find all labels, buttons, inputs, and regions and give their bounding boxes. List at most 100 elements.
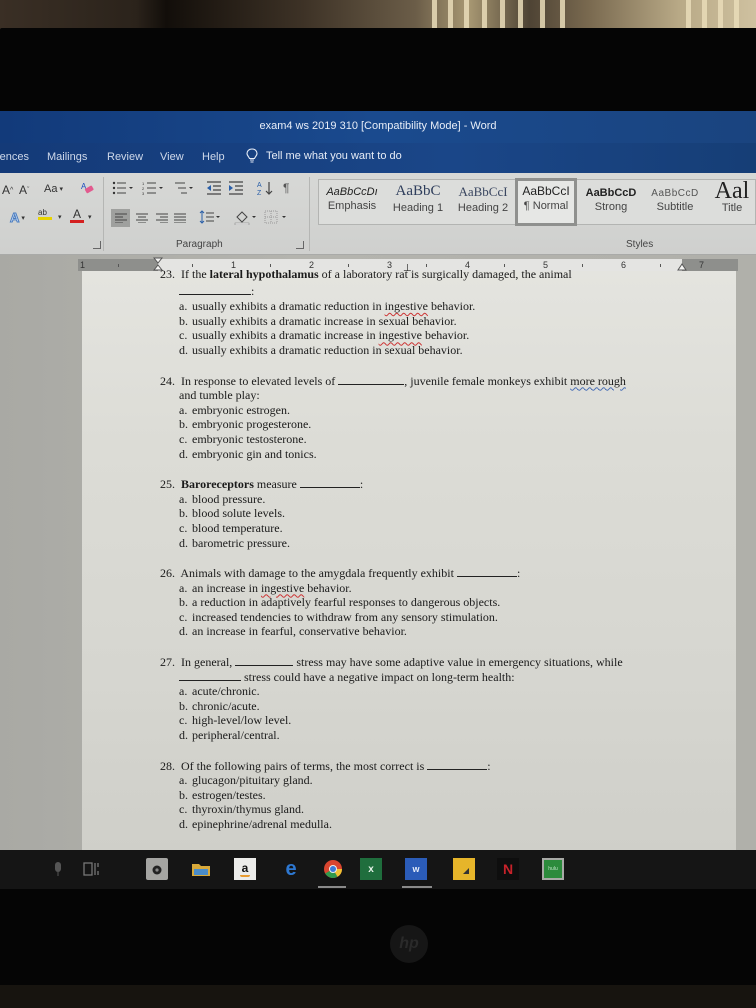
answer-blank[interactable] xyxy=(299,478,360,489)
option-text: thyroxin/thymus gland. xyxy=(192,802,304,817)
style-strong[interactable]: AaBbCcD Strong xyxy=(579,180,643,224)
decrease-indent-button[interactable] xyxy=(206,181,222,195)
edge-icon[interactable]: e xyxy=(280,858,302,880)
option-letter: b. xyxy=(179,506,188,521)
style-heading-2[interactable]: AaBbCcI Heading 2 xyxy=(451,180,515,224)
option-b: b. blood solute levels. xyxy=(179,506,720,521)
answer-blank[interactable] xyxy=(179,671,241,681)
borders-button[interactable] xyxy=(264,210,288,224)
style-title[interactable]: Aal Title xyxy=(707,180,756,224)
paragraph-dialog-launcher[interactable] xyxy=(296,241,304,249)
document-page[interactable]: 23. If the lateral hypothalamus of a lab… xyxy=(82,267,736,851)
question-26: 26. Animals with damage to the amygdala … xyxy=(160,566,720,639)
align-right-button[interactable] xyxy=(156,213,168,223)
style-subtitle[interactable]: AaBbCcD Subtitle xyxy=(643,180,707,224)
stem-bold-term: Baroreceptors xyxy=(181,477,254,492)
option-letter: a. xyxy=(179,402,188,417)
option-text: epinephrine/adrenal medulla. xyxy=(192,817,332,831)
answer-blank-line: : xyxy=(160,284,720,299)
paint-bucket-icon xyxy=(234,211,256,225)
question-number: 24. xyxy=(160,373,175,388)
chrome-icon[interactable] xyxy=(322,858,344,880)
file-explorer-icon[interactable] xyxy=(190,858,212,880)
option-d: d. usually exhibits a dramatic reduction … xyxy=(179,343,720,358)
options: a. usually exhibits a dramatic reduction … xyxy=(160,299,720,357)
word-icon[interactable]: w xyxy=(405,858,427,880)
font-dialog-launcher[interactable] xyxy=(93,241,101,249)
stem-bold-term: lateral hypothalamus xyxy=(209,267,319,281)
camera-icon[interactable] xyxy=(146,858,168,880)
align-left-button[interactable] xyxy=(111,209,130,227)
answer-blank[interactable] xyxy=(427,760,488,770)
tab-view[interactable]: View xyxy=(160,151,184,163)
option-letter: a. xyxy=(179,773,188,788)
shrink-font-button[interactable]: Aˇ xyxy=(19,183,29,197)
ribbon-tab-bar: rences Mailings Review View Help Tell me… xyxy=(0,143,756,173)
netflix-icon[interactable]: N xyxy=(497,858,519,880)
font-color-dropdown[interactable]: ▾ xyxy=(88,213,92,221)
option-text: usually exhibits a dramatic increase in xyxy=(192,328,379,343)
svg-text:Z: Z xyxy=(257,190,262,196)
tab-review[interactable]: Review xyxy=(107,151,143,163)
amazon-icon[interactable]: a xyxy=(234,858,256,880)
netflix-glyph: N xyxy=(502,861,514,877)
clear-formatting-icon: A xyxy=(81,182,94,194)
excel-icon[interactable]: x xyxy=(360,858,382,880)
style-emphasis[interactable]: AaBbCcDı Emphasis xyxy=(319,180,385,224)
numbering-button[interactable]: 123 xyxy=(142,181,164,195)
answer-blank[interactable] xyxy=(456,567,517,578)
microphone-icon[interactable] xyxy=(47,858,69,880)
align-center-button[interactable] xyxy=(136,213,148,223)
bullets-button[interactable] xyxy=(112,181,134,195)
stem-text: measure xyxy=(253,477,300,492)
shading-button[interactable] xyxy=(234,209,258,225)
amazon-glyph: a xyxy=(241,861,249,875)
grow-font-button[interactable]: A ^ xyxy=(2,183,13,197)
question-number: 27. xyxy=(160,655,175,670)
change-case-icon: Aa xyxy=(44,183,58,195)
option-text: blood solute levels. xyxy=(192,506,285,521)
stem-text: In general, xyxy=(181,655,236,670)
text-effects-button[interactable]: A ▾ xyxy=(9,210,24,226)
options: a. blood pressure. b. blood solute levels.… xyxy=(160,492,720,550)
sticky-notes-icon[interactable] xyxy=(453,858,475,880)
answer-blank[interactable] xyxy=(235,656,294,667)
show-formatting-marks-button[interactable]: ¶ xyxy=(283,181,289,195)
multilevel-list-button[interactable] xyxy=(173,181,195,195)
change-case-button[interactable]: Aa ▾ xyxy=(44,183,63,195)
decrease-indent-icon xyxy=(207,181,221,195)
style-normal[interactable]: AaBbCcI ¶ Normal xyxy=(515,178,577,226)
option-text: embryonic estrogen. xyxy=(192,402,290,417)
option-text: usually exhibits a dramatic reduction in… xyxy=(192,342,463,357)
justify-button[interactable] xyxy=(174,213,186,223)
option-text: chronic/acute. xyxy=(192,698,260,713)
highlight-button[interactable]: ab xyxy=(38,208,52,220)
option-letter: a. xyxy=(179,299,188,314)
question-24: 24. In response to elevated levels of , … xyxy=(160,374,720,462)
tab-mailings[interactable]: Mailings xyxy=(47,151,87,163)
answer-blank[interactable] xyxy=(338,375,405,385)
tab-references[interactable]: rences xyxy=(0,151,29,163)
option-d: d. embryonic gin and tonics. xyxy=(179,447,720,462)
style-heading-1[interactable]: AaBbC Heading 1 xyxy=(385,180,451,224)
option-d: d. peripheral/central. xyxy=(179,728,720,743)
tell-me-search[interactable]: Tell me what you want to do xyxy=(246,148,402,164)
option-a: a. acute/chronic. xyxy=(179,684,720,699)
task-view-icon[interactable] xyxy=(80,858,102,880)
tab-help[interactable]: Help xyxy=(202,151,225,163)
increase-indent-button[interactable] xyxy=(228,181,244,195)
answer-blank[interactable] xyxy=(179,285,251,295)
option-letter: d. xyxy=(179,624,188,639)
sort-button[interactable]: AZ xyxy=(257,180,273,196)
option-letter: d. xyxy=(179,446,188,461)
hulu-icon[interactable]: hulu xyxy=(542,858,564,880)
line-spacing-button[interactable] xyxy=(199,210,221,224)
font-color-button[interactable]: A xyxy=(70,208,84,223)
chrome-active-indicator xyxy=(318,886,346,888)
highlight-dropdown[interactable]: ▾ xyxy=(58,213,62,221)
excel-glyph: x xyxy=(368,863,374,875)
option-text: embryonic progesterone. xyxy=(192,417,312,432)
option-text: blood pressure. xyxy=(192,491,266,506)
clear-formatting-button[interactable]: A xyxy=(80,181,94,195)
option-letter: b. xyxy=(179,698,188,713)
